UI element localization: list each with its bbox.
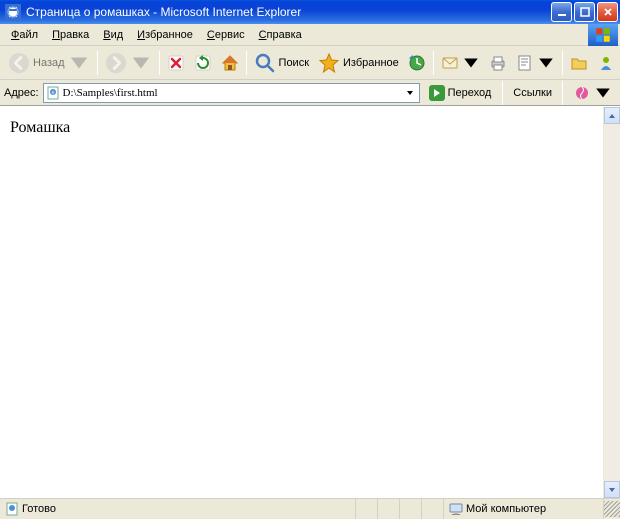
address-dropdown-button[interactable] [403, 84, 417, 102]
menu-help[interactable]: Справка [252, 27, 309, 43]
mail-button[interactable] [437, 49, 484, 77]
scroll-track[interactable] [604, 124, 620, 481]
maximize-button[interactable] [574, 2, 595, 22]
throbber-icon [588, 24, 618, 46]
forward-button [101, 49, 156, 77]
page-icon [5, 502, 19, 516]
status-cell [400, 499, 422, 519]
svg-text:e: e [51, 90, 54, 96]
links-button[interactable]: Ссылки [509, 87, 556, 99]
history-button[interactable] [404, 49, 430, 77]
toolbar-separator [502, 81, 503, 105]
menu-favorites[interactable]: Избранное [130, 27, 200, 43]
stop-button[interactable] [163, 49, 189, 77]
page-icon: e [46, 86, 60, 100]
toolbar-separator [246, 51, 247, 75]
toolbar-separator [97, 51, 98, 75]
menu-view[interactable]: Вид [96, 27, 130, 43]
close-button[interactable] [597, 2, 618, 22]
status-cell [356, 499, 378, 519]
menubar: Файл Правка Вид Избранное Сервис Справка [0, 24, 620, 46]
page-body: Ромашка [0, 107, 603, 498]
toolbar-separator [159, 51, 160, 75]
status-cell [422, 499, 444, 519]
status-bar: Готово Мой компьютер [0, 498, 620, 519]
status-ready: Готово [0, 499, 356, 519]
scroll-up-button[interactable] [604, 107, 620, 124]
menu-edit[interactable]: Правка [45, 27, 96, 43]
scroll-down-button[interactable] [604, 481, 620, 498]
window-titlebar: Страница о ромашках - Microsoft Internet… [0, 0, 620, 24]
favorites-button[interactable]: Избранное [314, 49, 403, 77]
address-input-wrap[interactable]: e [43, 83, 420, 103]
vertical-scrollbar[interactable] [603, 107, 620, 498]
edit-button[interactable] [512, 49, 559, 77]
minimize-button[interactable] [551, 2, 572, 22]
address-bar: Адрес: e Переход Ссылки [0, 80, 620, 106]
messenger-button[interactable] [593, 49, 619, 77]
computer-icon [449, 502, 463, 516]
body-text: Ромашка [10, 119, 70, 136]
window-title: Страница о ромашках - Microsoft Internet… [24, 5, 551, 19]
menu-tools[interactable]: Сервис [200, 27, 252, 43]
content-area: Ромашка [0, 106, 620, 498]
back-button: Назад [4, 49, 94, 77]
print-button[interactable] [485, 49, 511, 77]
address-label: Адрес: [4, 87, 39, 99]
addon-button[interactable] [569, 79, 616, 107]
status-zone: Мой компьютер [444, 499, 604, 519]
main-toolbar: Назад Поиск Избранное [0, 46, 620, 80]
app-icon [5, 4, 21, 20]
refresh-button[interactable] [190, 49, 216, 77]
folder-button[interactable] [566, 49, 592, 77]
home-button[interactable] [217, 49, 243, 77]
go-button[interactable]: Переход [424, 83, 497, 103]
address-input[interactable] [63, 87, 403, 99]
resize-grip[interactable] [604, 501, 620, 517]
toolbar-separator [562, 81, 563, 105]
search-button[interactable]: Поиск [250, 49, 313, 77]
menu-file[interactable]: Файл [4, 27, 45, 43]
toolbar-separator [562, 51, 563, 75]
toolbar-separator [433, 51, 434, 75]
status-cell [378, 499, 400, 519]
